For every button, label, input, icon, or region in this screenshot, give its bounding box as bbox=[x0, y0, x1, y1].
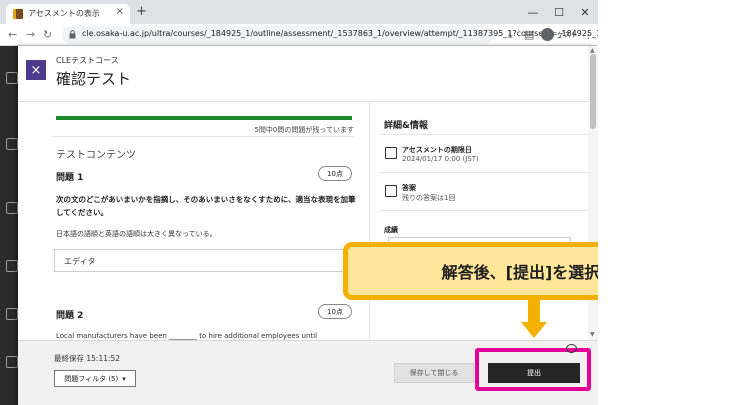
save-and-close-button[interactable]: 保存して閉じる bbox=[394, 363, 474, 383]
tab-strip: アセスメントの表示 × + — ☐ ✕ bbox=[0, 0, 598, 24]
sidepanel-icon[interactable]: ▤ bbox=[524, 27, 534, 43]
question-2-title: 問題 2 bbox=[56, 311, 84, 321]
info-heading: 詳細&情報 bbox=[384, 121, 428, 131]
page-title: 確認テスト bbox=[56, 70, 132, 88]
browser-window: アセスメントの表示 × + — ☐ ✕ ← → ↻ cle.osaka-u.ac… bbox=[0, 0, 737, 405]
info-divider bbox=[380, 210, 588, 211]
calendar-icon bbox=[385, 147, 397, 159]
scroll-down-icon[interactable]: ▼ bbox=[590, 331, 595, 338]
chat-icon[interactable] bbox=[566, 344, 577, 353]
tab-title: アセスメントの表示 bbox=[28, 9, 100, 18]
section-heading: テストコンテンツ bbox=[56, 150, 136, 161]
profile-label: ゲスト bbox=[557, 31, 578, 39]
forward-arrow-icon[interactable]: → bbox=[26, 27, 35, 43]
answer-value: エディタ bbox=[64, 257, 96, 266]
browser-toolbar: ← → ↻ cle.osaka-u.ac.jp/ultra/courses/_1… bbox=[0, 24, 601, 46]
progress-divider bbox=[52, 136, 354, 137]
reload-icon[interactable]: ↻ bbox=[43, 27, 52, 43]
profile-avatar-icon[interactable] bbox=[541, 28, 554, 41]
callout-arrow-icon bbox=[528, 300, 540, 324]
info-divider bbox=[380, 172, 588, 173]
nav-icon bbox=[6, 202, 18, 214]
callout-arrowhead-icon bbox=[521, 322, 547, 338]
column-divider bbox=[369, 102, 370, 340]
attempts-value: 残りの答案は1回 bbox=[402, 194, 456, 202]
menu-dots-icon[interactable]: ⋮ bbox=[583, 27, 594, 43]
nav-icon bbox=[6, 72, 18, 84]
new-tab-button[interactable]: + bbox=[136, 5, 147, 18]
nav-icon bbox=[6, 356, 18, 368]
tab-close-icon[interactable]: × bbox=[116, 6, 124, 17]
due-date-value: 2024/01/17 0:00 (JST) bbox=[402, 155, 479, 163]
question-1-subtext: 日本語の語順と英語の語順は大きく異なっている。 bbox=[56, 230, 217, 238]
lock-icon bbox=[69, 30, 76, 39]
question-2-text: Local manufacturers have been ________ t… bbox=[56, 332, 318, 340]
back-arrow-icon[interactable]: ← bbox=[8, 27, 17, 43]
assessment-panel: × CLEテストコース 確認テスト 5問中0問の問題が残っています テストコンテ… bbox=[18, 46, 598, 405]
page-margin bbox=[598, 0, 737, 405]
nav-icon bbox=[6, 260, 18, 272]
question-2-points: 10点 bbox=[318, 304, 352, 319]
site-favicon-icon bbox=[13, 9, 23, 19]
question-1-answer-field[interactable]: エディタ bbox=[54, 249, 354, 272]
attempts-label: 答案 bbox=[402, 184, 416, 192]
maximize-button[interactable]: ☐ bbox=[546, 0, 572, 24]
download-icon[interactable]: ⤓ bbox=[508, 27, 513, 43]
last-saved-text: 最終保存 15:11:52 bbox=[54, 354, 121, 363]
minimize-button[interactable]: — bbox=[520, 0, 546, 24]
progress-bar bbox=[56, 116, 352, 120]
scroll-thumb[interactable] bbox=[590, 54, 596, 129]
header-divider bbox=[18, 101, 588, 102]
panel-footer: 最終保存 15:11:52 問題フィルタ (5) ▾ 保存して閉じる 提出 bbox=[18, 340, 598, 405]
question-filter-label: 問題フィルタ (5) bbox=[64, 374, 119, 383]
nav-icon bbox=[6, 138, 18, 150]
chevron-down-icon: ▾ bbox=[122, 374, 126, 383]
checkbox-icon bbox=[385, 185, 397, 197]
nav-icon bbox=[6, 308, 18, 320]
close-panel-button[interactable]: × bbox=[26, 60, 46, 80]
grade-label: 成績 bbox=[384, 226, 398, 234]
window-close-button[interactable]: ✕ bbox=[572, 0, 598, 24]
address-bar[interactable]: cle.osaka-u.ac.jp/ultra/courses/_184925_… bbox=[62, 26, 601, 44]
scroll-up-icon[interactable]: ▲ bbox=[590, 47, 595, 54]
due-date-label: アセスメントの期限日 bbox=[402, 146, 472, 154]
question-1-text: 次の文のどこがあいまいかを指摘し、そのあいまいさをなくすために、適当な表現を加筆… bbox=[56, 195, 356, 217]
progress-fill bbox=[56, 116, 352, 120]
info-divider bbox=[380, 134, 588, 135]
window-controls: — ☐ ✕ bbox=[520, 0, 598, 24]
question-1-points: 10点 bbox=[318, 166, 352, 181]
course-name: CLEテストコース bbox=[56, 56, 119, 65]
question-filter-button[interactable]: 問題フィルタ (5) ▾ bbox=[54, 370, 136, 387]
question-1-title: 問題 1 bbox=[56, 173, 84, 183]
progress-text: 5問中0問の問題が残っています bbox=[254, 126, 354, 134]
browser-tab[interactable]: アセスメントの表示 × bbox=[6, 4, 130, 24]
submit-button[interactable]: 提出 bbox=[488, 363, 580, 383]
